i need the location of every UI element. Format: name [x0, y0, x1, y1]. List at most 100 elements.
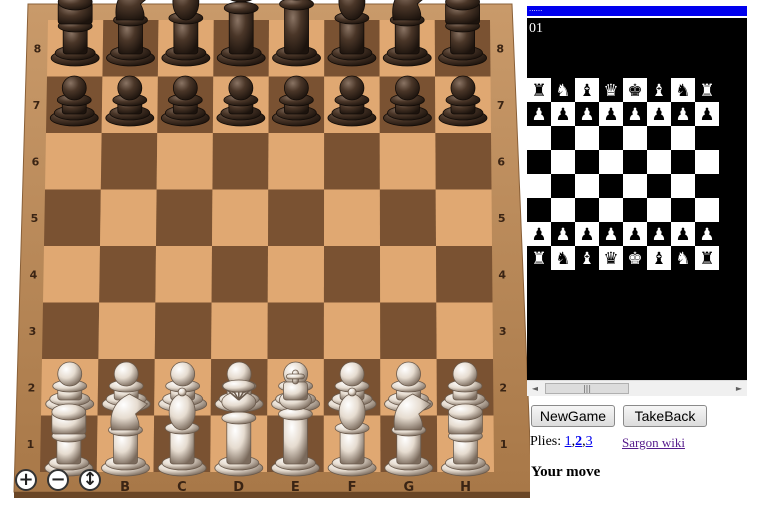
- board-square[interactable]: [211, 302, 268, 360]
- mini-piece-glyph: ♟: [603, 105, 618, 125]
- board-square[interactable]: [100, 189, 157, 247]
- zoom-out-button[interactable]: −: [47, 469, 69, 491]
- mini-piece-glyph: ♞: [675, 249, 690, 269]
- mini-piece-glyph: ♞: [675, 81, 690, 101]
- board-square[interactable]: [436, 302, 493, 360]
- mini-piece-glyph: ♟: [531, 105, 546, 125]
- board-square[interactable]: [156, 133, 213, 190]
- tilt-button[interactable]: ↕: [79, 469, 101, 491]
- board-square[interactable]: [211, 246, 268, 303]
- file-label: E: [291, 480, 300, 495]
- rank-label: 6: [32, 155, 40, 168]
- sargon-wiki-link[interactable]: Sargon wiki: [622, 435, 685, 451]
- board-square[interactable]: [45, 133, 102, 190]
- mini-square: [671, 198, 695, 222]
- chess-board-view[interactable]: 8 8 7 7 6 6 5 5 4 4 3 3 2 2 1 1 B C D E F G H + − ↕: [0, 0, 530, 509]
- board-square[interactable]: [98, 302, 156, 360]
- mini-square: [551, 198, 575, 222]
- mini-square: [647, 174, 671, 198]
- scroll-right-icon[interactable]: ►: [731, 381, 747, 396]
- ply-option-2[interactable]: 2: [575, 434, 582, 449]
- mini-piece-glyph: ♟: [699, 225, 714, 245]
- mini-square: [623, 150, 647, 174]
- board-square[interactable]: [267, 302, 324, 360]
- plies-label: Plies:: [530, 434, 562, 449]
- board-square[interactable]: [379, 189, 436, 247]
- ply-option-1[interactable]: 1: [565, 434, 572, 449]
- board-square[interactable]: [42, 302, 100, 360]
- board-square[interactable]: [99, 246, 156, 303]
- scroll-left-icon[interactable]: ◄: [527, 381, 543, 396]
- board-square[interactable]: [435, 133, 492, 190]
- board-square[interactable]: [324, 133, 380, 190]
- mini-piece-glyph: ♟: [627, 225, 642, 245]
- mini-piece-glyph: ♞: [555, 249, 570, 269]
- mini-square: [599, 150, 623, 174]
- rank-label: 4: [498, 268, 506, 281]
- mini-piece-glyph: ♝: [579, 81, 594, 101]
- chess-board-3d[interactable]: 8 8 7 7 6 6 5 5 4 4 3 3 2 2 1 1 B C D E F G H: [0, 0, 530, 509]
- board-square[interactable]: [436, 246, 493, 303]
- move-counter: 01: [529, 21, 543, 36]
- mini-square: [647, 126, 671, 150]
- board-square[interactable]: [268, 189, 325, 247]
- rank-label: 8: [496, 42, 504, 55]
- text-terminal: 01 ♜ ♞ ♝ ♛ ♚ ♝ ♞ ♜ ♟ ♟ ♟ ♟ ♟ ♟ ♟ ♟ ♟ ♟ ♟ ♟ ♟ ♟ ♟ ♟ ♜ ♞ ♝ ♛ ♚ ♝ ♞ ♜: [527, 18, 747, 380]
- mini-piece-glyph: ♟: [651, 105, 666, 125]
- board-square[interactable]: [44, 189, 101, 247]
- rank-label: 3: [29, 325, 37, 338]
- board-square[interactable]: [154, 302, 212, 360]
- board-square[interactable]: [435, 189, 492, 247]
- mini-square: [575, 126, 599, 150]
- board-square[interactable]: [212, 133, 269, 190]
- rank-label: 6: [497, 155, 505, 168]
- mini-piece-glyph: ♟: [579, 225, 594, 245]
- new-game-button[interactable]: NewGame: [531, 405, 615, 427]
- mini-piece-glyph: ♟: [651, 225, 666, 245]
- board-square[interactable]: [323, 302, 381, 360]
- horizontal-scrollbar[interactable]: ◄ ||| ►: [527, 380, 747, 396]
- file-label: D: [233, 480, 244, 495]
- mini-square: [551, 126, 575, 150]
- mini-square: [551, 150, 575, 174]
- file-label: F: [348, 480, 357, 495]
- board-square[interactable]: [324, 189, 380, 247]
- board-square[interactable]: [379, 133, 436, 190]
- scroll-thumb[interactable]: |||: [545, 383, 629, 394]
- mini-square: [671, 150, 695, 174]
- board-square[interactable]: [212, 189, 269, 247]
- plus-icon: +: [18, 469, 34, 490]
- mini-square: [695, 150, 719, 174]
- mini-piece-glyph: ♟: [555, 225, 570, 245]
- mini-piece-glyph: ♟: [627, 105, 642, 125]
- mini-square: [575, 198, 599, 222]
- board-square[interactable]: [267, 246, 324, 303]
- take-back-button[interactable]: TakeBack: [623, 405, 707, 427]
- rank-label: 8: [34, 42, 42, 55]
- board-square[interactable]: [380, 302, 437, 360]
- mini-piece-glyph: ♜: [531, 249, 546, 269]
- board-square[interactable]: [380, 246, 437, 303]
- rank-label: 7: [33, 99, 41, 112]
- mini-square: [695, 174, 719, 198]
- rank-label: 4: [30, 268, 38, 281]
- mini-square: [599, 174, 623, 198]
- mini-piece-glyph: ♛: [603, 249, 618, 269]
- plies-selector: Plies: 1,2,3: [530, 434, 593, 449]
- board-square[interactable]: [268, 133, 325, 190]
- mini-piece-glyph: ♝: [651, 249, 666, 269]
- board-square[interactable]: [100, 133, 158, 190]
- mini-square: [647, 150, 671, 174]
- mini-square: [647, 198, 671, 222]
- file-label: G: [404, 480, 415, 495]
- board-square[interactable]: [155, 246, 212, 303]
- mini-piece-glyph: ♟: [603, 225, 618, 245]
- board-square[interactable]: [156, 189, 213, 247]
- ply-option-3[interactable]: 3: [586, 434, 593, 449]
- board-square[interactable]: [323, 246, 381, 303]
- zoom-in-button[interactable]: +: [15, 469, 37, 491]
- file-label: B: [120, 480, 130, 495]
- board-square[interactable]: [43, 246, 100, 303]
- mini-square: [527, 150, 551, 174]
- rank-label: 2: [28, 381, 36, 394]
